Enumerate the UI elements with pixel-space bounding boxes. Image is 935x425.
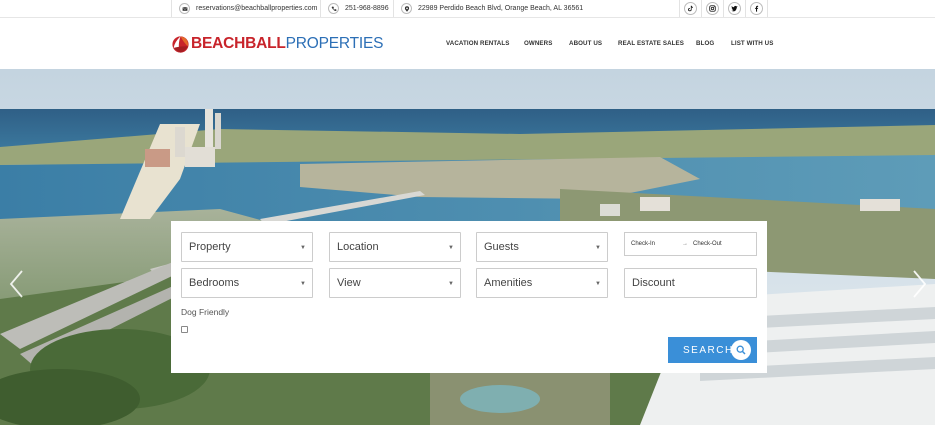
search-icon bbox=[731, 340, 751, 360]
property-label: Property bbox=[189, 241, 231, 253]
instagram-icon[interactable] bbox=[706, 2, 719, 15]
tiktok-icon[interactable] bbox=[684, 2, 697, 15]
bedrooms-label: Bedrooms bbox=[189, 277, 240, 289]
bedrooms-select[interactable]: Bedrooms ▼ bbox=[181, 268, 313, 298]
site-header: BEACHBALL PROPERTIES VACATION RENTALS OW… bbox=[0, 18, 935, 69]
divider bbox=[745, 0, 746, 17]
date-range-picker[interactable]: Check-In → Check-Out bbox=[624, 232, 757, 256]
guests-select[interactable]: Guests ▼ bbox=[476, 232, 608, 262]
caret-down-icon: ▼ bbox=[595, 281, 601, 287]
search-panel: Property ▼ Location ▼ Guests ▼ Check-In … bbox=[171, 221, 767, 373]
search-button-label: SEARCH bbox=[683, 344, 734, 356]
top-contact-bar: reservations@beachballproperties.com 251… bbox=[0, 0, 935, 18]
check-in-field[interactable]: Check-In bbox=[631, 241, 655, 247]
phone-contact[interactable]: 251-968-8896 bbox=[328, 0, 389, 17]
caret-down-icon: ▼ bbox=[300, 281, 306, 287]
beachball-icon bbox=[172, 35, 189, 53]
property-select[interactable]: Property ▼ bbox=[181, 232, 313, 262]
envelope-icon bbox=[179, 3, 190, 14]
caret-down-icon: ▼ bbox=[595, 245, 601, 251]
phone-text[interactable]: 251-968-8896 bbox=[345, 5, 389, 12]
nav-blog[interactable]: BLOG bbox=[696, 40, 714, 47]
divider bbox=[171, 0, 172, 17]
map-pin-icon bbox=[401, 3, 412, 14]
amenities-label: Amenities bbox=[484, 277, 533, 289]
divider bbox=[679, 0, 680, 17]
nav-vacation-rentals[interactable]: VACATION RENTALS bbox=[446, 40, 509, 47]
brand-logo[interactable]: BEACHBALL PROPERTIES bbox=[172, 34, 383, 54]
logo-text-properties: PROPERTIES bbox=[285, 35, 384, 52]
twitter-icon[interactable] bbox=[728, 2, 741, 15]
view-label: View bbox=[337, 277, 361, 289]
dog-friendly-checkbox[interactable] bbox=[181, 326, 188, 333]
nav-owners[interactable]: OWNERS bbox=[524, 40, 552, 47]
nav-real-estate-sales[interactable]: REAL ESTATE SALES bbox=[618, 40, 684, 47]
address-text[interactable]: 22989 Perdido Beach Blvd, Orange Beach, … bbox=[418, 5, 583, 12]
address-contact[interactable]: 22989 Perdido Beach Blvd, Orange Beach, … bbox=[401, 0, 583, 17]
location-label: Location bbox=[337, 241, 379, 253]
chevron-left-icon[interactable] bbox=[8, 269, 24, 299]
divider bbox=[723, 0, 724, 17]
discount-input[interactable]: Discount bbox=[624, 268, 757, 298]
view-select[interactable]: View ▼ bbox=[329, 268, 461, 298]
location-select[interactable]: Location ▼ bbox=[329, 232, 461, 262]
caret-down-icon: ▼ bbox=[300, 245, 306, 251]
amenities-select[interactable]: Amenities ▼ bbox=[476, 268, 608, 298]
divider bbox=[393, 0, 394, 17]
dog-friendly-label: Dog Friendly bbox=[181, 307, 230, 317]
divider bbox=[320, 0, 321, 17]
discount-placeholder: Discount bbox=[632, 277, 675, 289]
logo-text-beachball: BEACHBALL bbox=[191, 35, 286, 52]
arrow-right-icon: → bbox=[682, 241, 688, 247]
email-text[interactable]: reservations@beachballproperties.com bbox=[196, 5, 318, 12]
phone-icon bbox=[328, 3, 339, 14]
search-button[interactable]: SEARCH bbox=[668, 337, 757, 363]
nav-list-with-us[interactable]: LIST WITH US bbox=[731, 40, 773, 47]
nav-about-us[interactable]: ABOUT US bbox=[569, 40, 602, 47]
email-contact[interactable]: reservations@beachballproperties.com bbox=[179, 0, 318, 17]
divider bbox=[767, 0, 768, 17]
caret-down-icon: ▼ bbox=[448, 245, 454, 251]
divider bbox=[701, 0, 702, 17]
check-out-field[interactable]: Check-Out bbox=[693, 241, 722, 247]
caret-down-icon: ▼ bbox=[448, 281, 454, 287]
chevron-right-icon[interactable] bbox=[912, 269, 928, 299]
facebook-icon[interactable] bbox=[750, 2, 763, 15]
guests-label: Guests bbox=[484, 241, 519, 253]
